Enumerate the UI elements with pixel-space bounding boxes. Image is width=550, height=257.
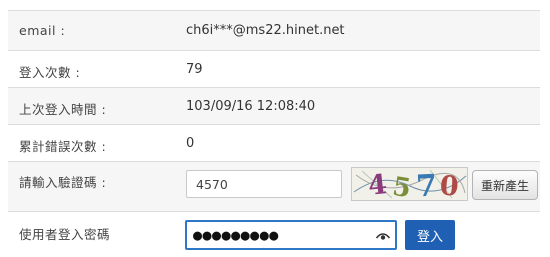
login-count-label: 登入次數 : bbox=[19, 65, 81, 80]
last-login-label: 上次登入時間 : bbox=[19, 102, 107, 117]
regenerate-captcha-button[interactable]: 重新產生 bbox=[472, 170, 538, 200]
captcha-char-1: 4 bbox=[367, 169, 389, 200]
captcha-label: 請輸入驗證碼 : bbox=[19, 175, 107, 190]
captcha-image[interactable]: 4 5 7 0 bbox=[351, 167, 468, 201]
password-row: 使用者登入密碼 登入 bbox=[8, 212, 540, 257]
captcha-graphic: 4 5 7 0 bbox=[352, 168, 467, 200]
email-label: email : bbox=[19, 23, 66, 38]
email-value: ch6i***@ms22.hinet.net bbox=[186, 23, 345, 38]
account-info-table: email : ch6i***@ms22.hinet.net 登入次數 : 79… bbox=[8, 10, 540, 257]
captcha-char-4: 0 bbox=[439, 170, 460, 200]
captcha-row: 請輸入驗證碼 : 4 5 7 0 重新產生 bbox=[8, 162, 540, 212]
password-label: 使用者登入密碼 bbox=[19, 227, 111, 242]
captcha-input[interactable] bbox=[186, 170, 342, 198]
login-count-row: 登入次數 : 79 bbox=[8, 51, 540, 88]
captcha-char-2: 5 bbox=[390, 172, 413, 200]
error-count-value: 0 bbox=[186, 136, 195, 151]
login-button[interactable]: 登入 bbox=[405, 220, 455, 250]
password-input[interactable] bbox=[187, 222, 363, 248]
login-count-value: 79 bbox=[186, 62, 203, 77]
eye-icon[interactable] bbox=[376, 230, 390, 240]
last-login-value: 103/09/16 12:08:40 bbox=[186, 99, 316, 114]
captcha-char-3: 7 bbox=[415, 168, 438, 200]
password-field[interactable] bbox=[185, 220, 397, 250]
error-count-row: 累計錯誤次數 : 0 bbox=[8, 125, 540, 162]
last-login-row: 上次登入時間 : 103/09/16 12:08:40 bbox=[8, 88, 540, 125]
email-row: email : ch6i***@ms22.hinet.net bbox=[8, 11, 540, 51]
error-count-label: 累計錯誤次數 : bbox=[19, 139, 107, 154]
